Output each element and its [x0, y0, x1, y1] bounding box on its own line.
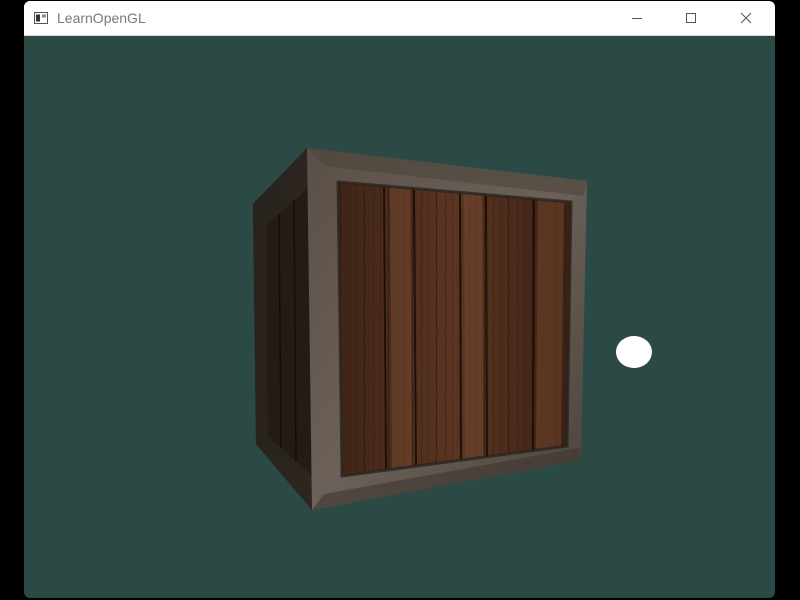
window-title: LearnOpenGL: [57, 10, 146, 26]
minimize-button[interactable]: [614, 1, 660, 35]
application-window: LearnOpenGL: [24, 1, 775, 598]
maximize-icon: [685, 12, 697, 24]
wooden-crate: [253, 148, 587, 510]
maximize-button[interactable]: [668, 1, 714, 35]
light-source: [616, 336, 652, 368]
close-icon: [740, 12, 752, 24]
opengl-viewport[interactable]: [24, 36, 775, 598]
close-button[interactable]: [723, 1, 769, 35]
app-window-icon: [34, 11, 48, 24]
minimize-icon: [631, 12, 643, 24]
scene-canvas: [253, 148, 652, 510]
title-bar[interactable]: LearnOpenGL: [24, 1, 775, 36]
